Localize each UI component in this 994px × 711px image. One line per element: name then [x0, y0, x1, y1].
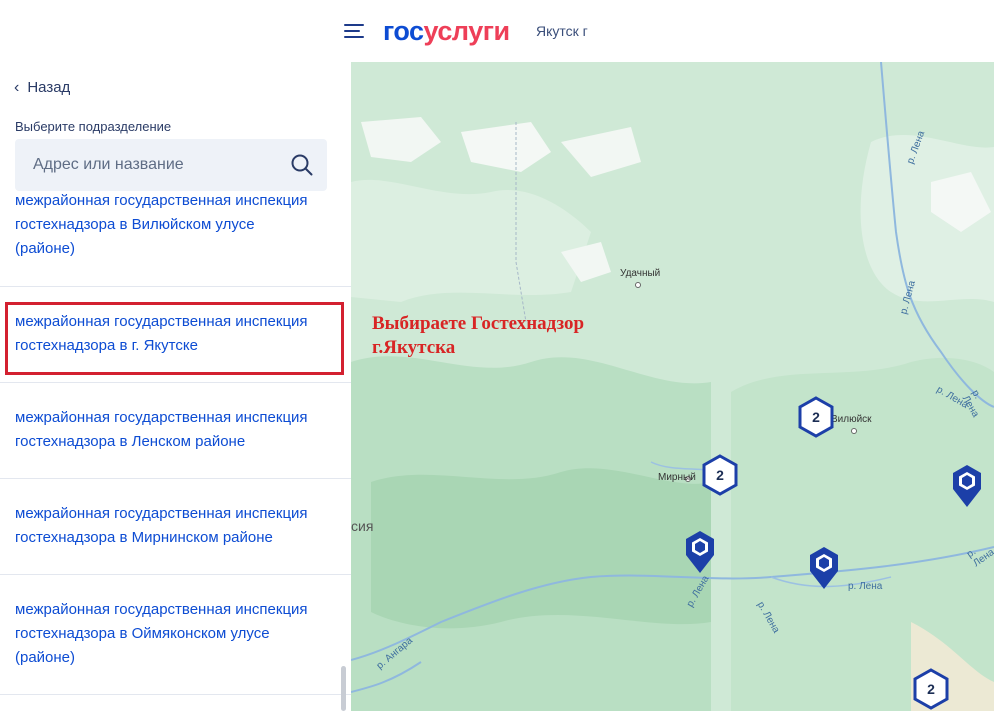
list-item-yakutsk[interactable]: межрайонная государственная инспекция го… — [0, 287, 351, 383]
list-item[interactable]: межрайонная государственная инспекция го… — [0, 479, 351, 575]
list-item[interactable]: межрайонная государственная инспекция го… — [0, 191, 351, 287]
scrollbar-thumb[interactable] — [341, 666, 346, 711]
search-icon[interactable] — [291, 154, 313, 176]
place-label-vilyuysk: Вилюйск — [831, 414, 872, 425]
place-label-udachny: Удачный — [620, 268, 661, 279]
city-dot — [635, 282, 641, 288]
river-label: р. Лена — [848, 581, 883, 592]
back-label: Назад — [27, 79, 71, 96]
location-pin-icon — [686, 531, 714, 573]
map-cluster-marker[interactable]: 2 — [912, 668, 950, 710]
map-pin-marker[interactable] — [808, 546, 840, 590]
region-selector[interactable]: Якутск г — [536, 23, 588, 39]
menu-icon[interactable] — [344, 22, 366, 40]
city-dot — [851, 428, 857, 434]
map-cluster-marker[interactable]: 2 — [701, 454, 739, 496]
chevron-left-icon: ‹ — [14, 78, 20, 96]
map-terrain — [351, 62, 994, 711]
map-pin-marker[interactable] — [684, 530, 716, 574]
list-item[interactable]: межрайонная государственная инспекция го… — [0, 383, 351, 479]
back-link[interactable]: ‹ Назад — [14, 79, 70, 96]
map-pin-marker[interactable] — [951, 464, 983, 508]
location-pin-icon — [810, 547, 838, 589]
instruction-annotation: Выбираете Гостехнадзор г.Якутска — [372, 313, 585, 358]
list-item[interactable]: межрайонная государственная инспекция го… — [0, 575, 351, 695]
gosuslugi-logo[interactable]: госуслуги — [383, 16, 510, 46]
search-box — [15, 139, 327, 191]
search-input[interactable] — [15, 139, 303, 191]
subdivision-label: Выберите подразделение — [15, 119, 172, 134]
place-label-russia: сия — [351, 518, 374, 534]
place-label-mirny: Мирный — [658, 472, 696, 483]
top-header: госуслуги Якутск г — [0, 0, 994, 62]
map-view[interactable]: Удачный Вилюйск Мирный сия р. Лена р. Ле… — [351, 62, 994, 711]
subdivision-panel: ‹ Назад Выберите подразделение межрайонн… — [0, 62, 351, 711]
map-cluster-marker[interactable]: 2 — [797, 396, 835, 438]
location-pin-icon — [953, 465, 981, 507]
